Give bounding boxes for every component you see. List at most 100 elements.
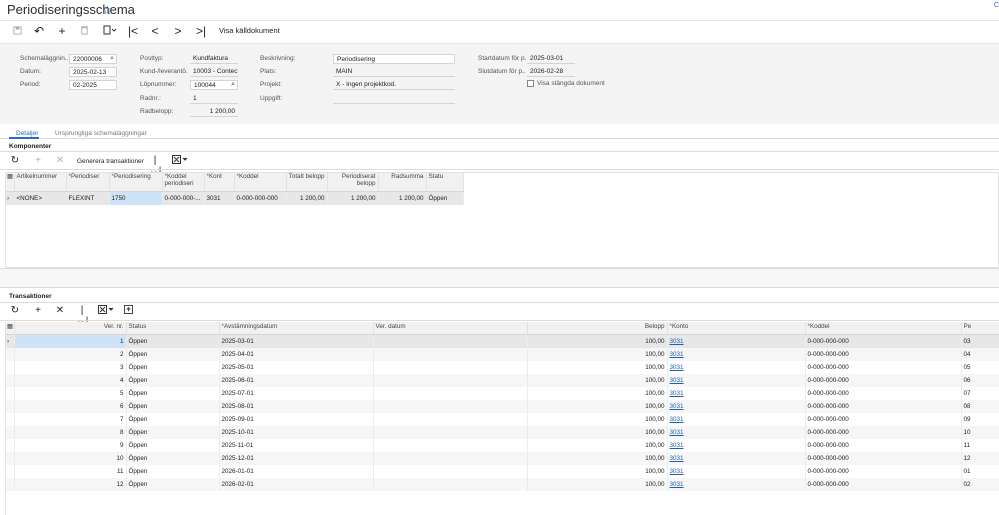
cell-line-total[interactable]: 1 200,00 xyxy=(378,191,427,205)
cell-ver-nr[interactable]: 11 xyxy=(14,464,127,478)
grid-settings-icon[interactable]: ▦ xyxy=(5,322,15,335)
serial-field[interactable]: 100044 ⌕ xyxy=(190,80,238,90)
cell-status[interactable]: Öppen xyxy=(126,360,220,374)
first-record-icon[interactable]: |< xyxy=(126,24,140,38)
view-source-document-button[interactable]: Visa källdokument xyxy=(219,26,280,35)
account-link[interactable]: 3031 xyxy=(670,338,684,345)
cell-ver-nr[interactable]: 10 xyxy=(14,451,127,465)
table-row[interactable]: 5 Öppen 2025-07-01 100,00 3031 0-000-000-000 0… xyxy=(5,386,999,400)
col-header[interactable]: Artikelnummer xyxy=(14,172,67,192)
cell-amount[interactable]: 100,00 xyxy=(527,464,668,478)
table-row[interactable]: 11 Öppen 2026-01-01 100,00 3031 0-000-000-000… xyxy=(5,464,999,478)
col-header[interactable]: Periodiserat belopp xyxy=(327,172,379,192)
account-link[interactable]: 3031 xyxy=(670,429,684,436)
cell-period[interactable]: 09 xyxy=(961,412,999,426)
cell-period[interactable]: 08 xyxy=(961,399,999,413)
cell-recon-date[interactable]: 2025-04-01 xyxy=(219,347,374,361)
cell-ver-date[interactable] xyxy=(373,334,528,348)
col-header[interactable]: Totalt belopp xyxy=(286,172,328,192)
cell-amount[interactable]: 100,00 xyxy=(527,347,668,361)
col-header-period[interactable]: Pe xyxy=(961,322,999,335)
description-field[interactable]: Periodisering xyxy=(333,54,455,64)
cell-ver-date[interactable] xyxy=(373,425,528,439)
account-link[interactable]: 3031 xyxy=(670,390,684,397)
prev-record-icon[interactable]: < xyxy=(148,24,162,38)
cell-subaccount[interactable]: 0-000-000-000 xyxy=(805,347,962,361)
cell-period[interactable]: 04 xyxy=(961,347,999,361)
tab-details[interactable]: Detaljer xyxy=(16,130,38,137)
col-header-account[interactable]: *Konto xyxy=(667,322,806,335)
cell-ver-nr[interactable]: 3 xyxy=(14,360,127,374)
cell-account[interactable]: 3031 xyxy=(667,360,806,374)
table-row[interactable]: › 1 Öppen 2025-03-01 100,00 3031 0-000-000-000… xyxy=(5,334,999,348)
date-field[interactable]: 2025-02-13 xyxy=(69,67,117,77)
table-row[interactable]: 4 Öppen 2025-06-01 100,00 3031 0-000-000-000 0… xyxy=(5,373,999,387)
account-link[interactable]: 3031 xyxy=(670,416,684,423)
cell-ver-date[interactable] xyxy=(373,438,528,452)
refresh-icon[interactable]: ↻ xyxy=(9,305,21,316)
cell-subaccount[interactable]: 0-000-000-000 xyxy=(805,373,962,387)
cell-subaccount[interactable]: 0-000-000-000 xyxy=(805,438,962,452)
cell-deferral-code[interactable]: FLEXINT xyxy=(66,191,110,205)
account-link[interactable]: 3031 xyxy=(670,442,684,449)
period-field[interactable]: 02-2025 xyxy=(69,80,117,90)
cell-ver-nr[interactable]: 8 xyxy=(14,425,127,439)
delete-row-icon[interactable]: ✕ xyxy=(54,155,66,166)
cell-status[interactable]: Öppen xyxy=(126,412,220,426)
cell-recon-date[interactable]: 2025-12-01 xyxy=(219,451,374,465)
corner-link[interactable]: C xyxy=(994,2,999,9)
col-header-amount[interactable]: Belopp xyxy=(527,322,668,335)
col-header[interactable]: *Kont xyxy=(204,172,235,192)
cell-subaccount[interactable]: 0-000-000-000 xyxy=(805,386,962,400)
cell-status[interactable]: Öppen xyxy=(426,191,464,205)
cell-subaccount[interactable]: 0-000-000-000 xyxy=(805,464,962,478)
cell-status[interactable]: Öppen xyxy=(126,464,220,478)
show-closed-checkbox[interactable] xyxy=(527,80,534,87)
col-header[interactable]: Radsumma xyxy=(378,172,427,192)
cell-status[interactable]: Öppen xyxy=(126,399,220,413)
cell-recon-date[interactable]: 2026-01-01 xyxy=(219,464,374,478)
cell-account[interactable]: 3031 xyxy=(667,464,806,478)
undo-icon[interactable]: ↶ xyxy=(32,24,46,38)
cell-status[interactable]: Öppen xyxy=(126,373,220,387)
cell-ver-date[interactable] xyxy=(373,451,528,465)
add-row-icon[interactable]: + xyxy=(32,305,44,316)
cell-subaccount[interactable]: 0-000-000-000 xyxy=(234,191,287,205)
cell-ver-nr[interactable]: 2 xyxy=(14,347,127,361)
cell-ver-date[interactable] xyxy=(373,360,528,374)
cell-recon-date[interactable]: 2025-05-01 xyxy=(219,360,374,374)
cell-account[interactable]: 3031 xyxy=(667,412,806,426)
cell-status[interactable]: Öppen xyxy=(126,425,220,439)
col-header-ver-date[interactable]: Ver. datum xyxy=(373,322,528,335)
table-row[interactable]: 9 Öppen 2025-11-01 100,00 3031 0-000-000-000 1… xyxy=(5,438,999,452)
cell-deferred-amount[interactable]: 1 200,00 xyxy=(327,191,379,205)
cell-ver-date[interactable] xyxy=(373,386,528,400)
next-record-icon[interactable]: > xyxy=(171,24,185,38)
save-icon[interactable] xyxy=(10,24,24,38)
cell-status[interactable]: Öppen xyxy=(126,386,220,400)
export-excel-icon[interactable] xyxy=(171,155,189,167)
cell-ver-nr[interactable]: 4 xyxy=(14,373,127,387)
cell-subaccount[interactable]: 0-000-000-000 xyxy=(805,360,962,374)
col-header-recon-date[interactable]: *Avstämningsdatum xyxy=(219,322,374,335)
cell-status[interactable]: Öppen xyxy=(126,334,220,348)
cell-item[interactable]: <NONE> xyxy=(14,191,67,205)
tab-original-schedules[interactable]: Ursprungliga schemaläggningar xyxy=(55,130,147,137)
cell-amount[interactable]: 100,00 xyxy=(527,438,668,452)
cell-ver-nr[interactable]: 9 xyxy=(14,438,127,452)
cell-subaccount[interactable]: 0-000-000-000 xyxy=(805,412,962,426)
clipboard-dropdown-icon[interactable] xyxy=(100,24,120,38)
cell-subaccount[interactable]: 0-000-000-000 xyxy=(805,477,962,491)
cell-status[interactable]: Öppen xyxy=(126,438,220,452)
col-header[interactable]: Statu xyxy=(426,172,464,192)
cell-account[interactable]: 3031 xyxy=(204,191,235,205)
cell-recon-date[interactable]: 2025-07-01 xyxy=(219,386,374,400)
cell-period[interactable]: 01 xyxy=(961,464,999,478)
col-header[interactable]: *Koddel periodiseri xyxy=(162,172,205,192)
cell-status[interactable]: Öppen xyxy=(126,347,220,361)
cell-ver-date[interactable] xyxy=(373,399,528,413)
add-row-icon[interactable]: + xyxy=(32,155,44,166)
cell-period[interactable]: 02 xyxy=(961,477,999,491)
table-row[interactable]: 3 Öppen 2025-05-01 100,00 3031 0-000-000-000 0… xyxy=(5,360,999,374)
col-header[interactable]: *Koddel xyxy=(234,172,287,192)
